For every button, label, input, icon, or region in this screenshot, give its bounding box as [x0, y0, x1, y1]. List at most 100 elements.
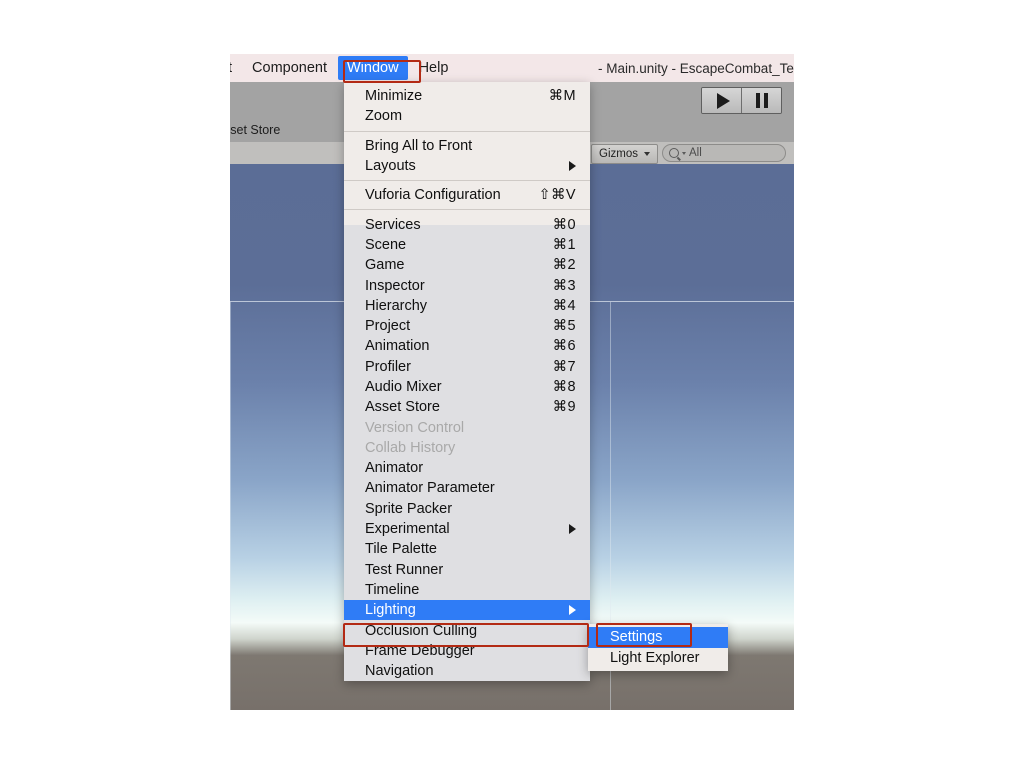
menu-item-label: Bring All to Front — [365, 137, 473, 154]
menu-item-label: Audio Mixer — [365, 379, 442, 395]
menu-item-label: Scene — [365, 236, 407, 253]
window-menu-item-frame-debugger[interactable]: Frame Debugger — [344, 641, 590, 661]
lighting-submenu-item-light-explorer[interactable]: Light Explorer — [588, 648, 728, 669]
menu-item-label: Services — [365, 216, 421, 233]
pause-icon — [755, 93, 768, 108]
window-menu-item-tile-palette[interactable]: Tile Palette — [344, 539, 590, 559]
pause-button[interactable] — [742, 88, 781, 113]
menu-item-shortcut: ⌘1 — [552, 236, 576, 253]
window-menu-item-navigation[interactable]: Navigation — [344, 661, 590, 681]
menu-item-shortcut: ⌘0 — [552, 216, 576, 233]
window-menu-item-animation[interactable]: Animation ⌘6 — [344, 336, 590, 356]
window-menu-item-test-runner[interactable]: Test Runner — [344, 560, 590, 580]
menu-item-shortcut: ⌘7 — [552, 358, 576, 375]
menu-item-label: Light Explorer — [610, 649, 700, 666]
menu-item-label: Animator — [365, 460, 424, 477]
window-menu-item-hierarchy[interactable]: Hierarchy ⌘4 — [344, 296, 590, 316]
menu-item-shortcut: ⌘2 — [552, 257, 576, 274]
play-button[interactable] — [702, 88, 742, 113]
scene-panel-divider-left — [230, 302, 231, 710]
window-menu-item-scene[interactable]: Scene ⌘1 — [344, 235, 590, 255]
window-menu-item-services[interactable]: Services ⌘0 — [344, 214, 590, 234]
menu-separator — [344, 130, 590, 132]
submenu-arrow-icon — [569, 524, 576, 535]
window-menu-dropdown[interactable]: Minimize ⌘M Zoom Bring All to Front Layouts V… — [344, 82, 590, 682]
menu-separator — [344, 180, 590, 182]
menubar-item-help[interactable]: Help — [410, 56, 458, 80]
menu-item-label: Animator Parameter — [365, 480, 495, 497]
window-menu-item-zoom[interactable]: Zoom — [344, 106, 590, 126]
window-menu-item-version-control: Version Control — [344, 417, 590, 437]
menubar-item-component[interactable]: Component — [243, 56, 336, 80]
search-value: All — [689, 147, 702, 159]
window-menu-item-animator-parameter[interactable]: Animator Parameter — [344, 478, 590, 498]
menu-item-label: Tile Palette — [365, 541, 437, 558]
menu-item-shortcut: ⌘5 — [552, 318, 576, 335]
menu-item-label: Inspector — [365, 277, 425, 294]
menu-item-label: Layouts — [365, 158, 416, 175]
window-menu-item-layouts[interactable]: Layouts — [344, 156, 590, 176]
menu-item-label: Collab History — [365, 439, 456, 456]
window-menu-item-vuforia-configuration[interactable]: Vuforia Configuration ⇧⌘V — [344, 185, 590, 205]
window-menu-item-project[interactable]: Project ⌘5 — [344, 316, 590, 336]
lighting-submenu[interactable]: Settings Light Explorer — [588, 624, 728, 671]
lighting-submenu-items: Settings Light Explorer — [588, 627, 728, 668]
window-menu-item-lighting[interactable]: Lighting — [344, 600, 590, 621]
menu-separator — [344, 209, 590, 211]
menu-item-shortcut: ⌘6 — [552, 338, 576, 355]
gizmos-dropdown[interactable]: Gizmos — [591, 144, 658, 164]
menu-item-shortcut: ⌘8 — [552, 379, 576, 395]
menu-item-label: Frame Debugger — [365, 642, 475, 659]
menu-item-label: Project — [365, 318, 411, 335]
window-menu-item-profiler[interactable]: Profiler ⌘7 — [344, 357, 590, 377]
tab-asset-store[interactable]: sset Store — [230, 123, 280, 137]
menu-item-label: Asset Store — [365, 399, 440, 416]
menu-item-label: Version Control — [365, 419, 465, 436]
submenu-arrow-icon — [569, 605, 576, 616]
transport-controls — [701, 87, 782, 114]
menu-item-label: Timeline — [365, 581, 420, 598]
window-menu-item-experimental[interactable]: Experimental — [344, 519, 590, 539]
menu-item-shortcut: ⌘3 — [552, 277, 576, 294]
menu-item-label: Animation — [365, 338, 430, 355]
menu-item-label: Experimental — [365, 521, 450, 538]
window-menu-item-inspector[interactable]: Inspector ⌘3 — [344, 275, 590, 295]
screenshot-canvas: t Component Window Help - Main.unity - E… — [0, 0, 1024, 768]
window-menu-item-game[interactable]: Game ⌘2 — [344, 255, 590, 275]
menu-item-shortcut: ⌘4 — [552, 297, 576, 314]
menu-item-label: Game — [365, 257, 405, 274]
menu-item-shortcut: ⌘9 — [552, 399, 576, 416]
window-title-text: - Main.unity - EscapeCombat_Te — [598, 60, 794, 76]
window-menu-item-audio-mixer[interactable]: Audio Mixer ⌘8 — [344, 377, 590, 397]
menu-item-label: Navigation — [365, 663, 434, 680]
search-filter-chevron-icon — [682, 151, 686, 155]
menu-item-label: Sprite Packer — [365, 500, 453, 517]
lighting-submenu-item-settings[interactable]: Settings — [588, 627, 728, 648]
menubar-item-window[interactable]: Window — [338, 56, 408, 80]
menu-item-label: Profiler — [365, 358, 411, 375]
window-menu-items: Minimize ⌘M Zoom Bring All to Front Layouts V… — [344, 86, 590, 681]
scene-search-input[interactable]: All — [662, 144, 786, 162]
menu-item-label: Minimize — [365, 88, 423, 105]
window-menu-item-asset-store[interactable]: Asset Store ⌘9 — [344, 397, 590, 417]
window-title-bar: - Main.unity - EscapeCombat_Te — [590, 54, 794, 82]
menu-item-label: Vuforia Configuration — [365, 187, 501, 204]
menu-item-label: Zoom — [365, 108, 403, 125]
window-menu-item-sprite-packer[interactable]: Sprite Packer — [344, 499, 590, 519]
menu-item-shortcut: ⇧⌘V — [538, 187, 576, 204]
window-menu-item-bring-all-to-front[interactable]: Bring All to Front — [344, 136, 590, 156]
menu-item-label: Occlusion Culling — [365, 622, 478, 639]
search-icon — [669, 148, 679, 158]
window-menu-item-timeline[interactable]: Timeline — [344, 580, 590, 600]
chevron-down-icon — [644, 152, 650, 156]
menu-item-shortcut: ⌘M — [548, 88, 576, 105]
menu-item-label: Test Runner — [365, 561, 444, 578]
window-menu-item-minimize[interactable]: Minimize ⌘M — [344, 86, 590, 106]
menu-item-label: Lighting — [365, 602, 416, 619]
window-menu-item-occlusion-culling[interactable]: Occlusion Culling — [344, 620, 590, 640]
menu-item-label: Settings — [610, 629, 663, 646]
gizmos-label: Gizmos — [599, 148, 638, 160]
menubar-item-edit-truncated[interactable]: t — [230, 56, 241, 80]
window-menu-item-animator[interactable]: Animator — [344, 458, 590, 478]
window-menu-item-collab-history: Collab History — [344, 438, 590, 458]
